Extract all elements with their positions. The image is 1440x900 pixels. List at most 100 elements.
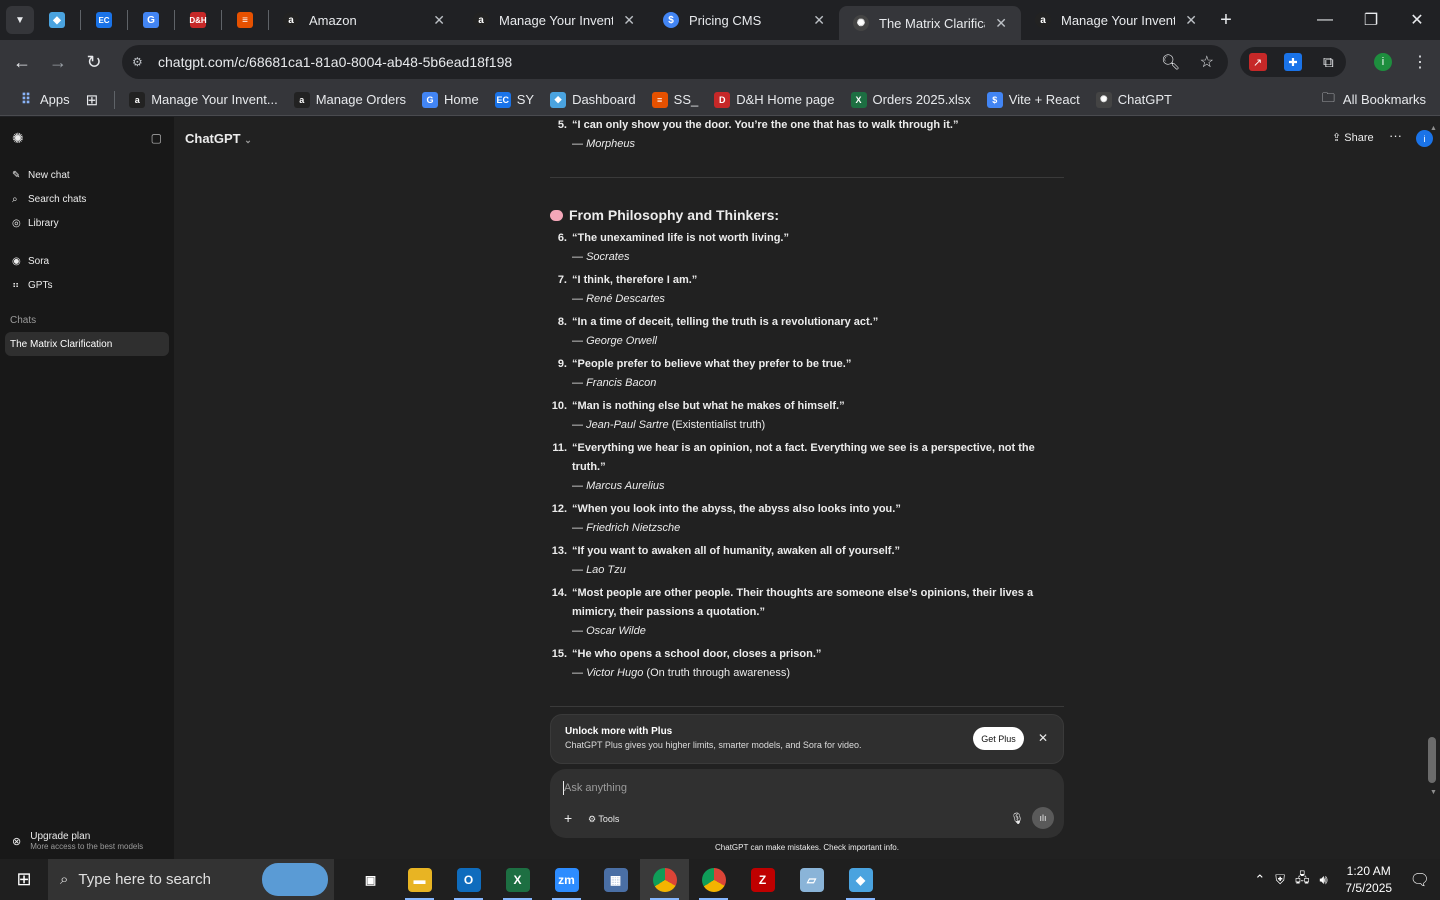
scrollbar-thumb[interactable] xyxy=(1428,737,1436,783)
taskbar-app[interactable]: X xyxy=(493,859,542,900)
quote-item: 11. “Everything we hear is an opinion, no… xyxy=(550,439,1064,496)
taskbar-search-box[interactable]: ⌕ Type here to search xyxy=(48,859,334,900)
taskbar-app[interactable] xyxy=(689,859,738,900)
bookmark-item[interactable]: ◆ Dashboard xyxy=(550,91,636,108)
attach-plus-icon[interactable]: + xyxy=(564,810,572,826)
browser-menu-icon[interactable]: ⋮ xyxy=(1412,52,1428,72)
taskbar-app[interactable]: O xyxy=(444,859,493,900)
sidebar-item-sora[interactable]: ◉ Sora xyxy=(0,249,174,273)
browser-tab[interactable]: a Manage Your Inventor ✕ xyxy=(459,0,649,40)
sidebar-item-library[interactable]: ◎ Library xyxy=(0,211,174,235)
taskbar-app[interactable]: ▱ xyxy=(787,859,836,900)
browser-tab[interactable]: a Amazon ✕ xyxy=(269,0,459,40)
profile-avatar[interactable]: i xyxy=(1374,53,1392,71)
filezilla-icon: Z xyxy=(750,867,775,892)
close-tab-icon[interactable]: ✕ xyxy=(623,12,635,29)
bookmark-star-icon[interactable]: ☆ xyxy=(1200,52,1214,72)
taskbar-app[interactable]: ▦ xyxy=(591,859,640,900)
tools-button[interactable]: ⚙ Tools xyxy=(588,814,619,825)
reload-icon[interactable]: ↻ xyxy=(76,44,112,80)
bookmark-item[interactable]: ✺ ChatGPT xyxy=(1095,91,1172,108)
sidebar-chat-active[interactable]: The Matrix Clarification xyxy=(5,332,169,356)
bookmark-item[interactable]: G Home xyxy=(422,91,479,108)
chatgpt-logo-icon[interactable]: ✺ xyxy=(12,130,24,147)
taskbar-clock[interactable]: 1:20 AM 7/5/2025 xyxy=(1338,863,1400,897)
close-icon[interactable]: ✕ xyxy=(1038,731,1048,745)
sidebar-item-search-chats[interactable]: ⌕ Search chats xyxy=(0,187,174,211)
taskbar-app[interactable]: ▬ xyxy=(395,859,444,900)
prompt-input[interactable]: Ask anything xyxy=(564,782,627,794)
close-tab-icon[interactable]: ✕ xyxy=(813,12,825,29)
sidebar-item-new-chat[interactable]: ✎ New chat xyxy=(0,163,174,187)
chevron-up-icon[interactable]: ⌃ xyxy=(1254,872,1265,888)
sidebar-toggle-icon[interactable]: ▢ xyxy=(151,131,162,145)
pdf-extension-icon[interactable]: ↗ xyxy=(1248,53,1267,71)
bookmark-item[interactable]: ≡ SS_ xyxy=(651,91,698,108)
close-window-icon[interactable]: ✕ xyxy=(1394,0,1440,40)
bookmark-item[interactable]: D D&H Home page xyxy=(714,91,835,108)
all-bookmarks-button[interactable]: 🗀 All Bookmarks xyxy=(1322,89,1426,111)
share-button[interactable]: ⇪ Share xyxy=(1332,131,1374,144)
quote-item: 9. “People prefer to believe what they pr… xyxy=(550,355,1064,393)
browser-toolbar: ← → ↻ ⚙ chatgpt.com/c/68681ca1-81a0-8004… xyxy=(0,40,1440,84)
close-tab-icon[interactable]: ✕ xyxy=(1185,12,1197,29)
pinned-tab[interactable]: ◆ xyxy=(34,0,80,40)
volume-icon[interactable]: 🔊︎ xyxy=(1319,872,1327,888)
security-icon[interactable]: ⛨ xyxy=(1275,872,1285,888)
bookmark-item[interactable]: $ Vite + React xyxy=(986,91,1080,108)
windows-start-icon[interactable]: ⊞ xyxy=(0,859,48,900)
forward-arrow-icon[interactable]: → xyxy=(40,44,76,80)
user-avatar[interactable]: i xyxy=(1416,130,1433,147)
pinned-tab[interactable]: D&H xyxy=(175,0,221,40)
tab-groups-icon[interactable]: ⊞ xyxy=(86,91,99,109)
taskbar-app[interactable]: Z xyxy=(738,859,787,900)
voice-mode-icon[interactable]: ılı xyxy=(1032,807,1054,829)
quote-item: 13. “If you want to awaken all of humanit… xyxy=(550,542,1064,580)
back-arrow-icon[interactable]: ← xyxy=(4,44,40,80)
sidebar-item-label: New chat xyxy=(28,169,70,181)
clock-time: 1:20 AM xyxy=(1346,863,1391,878)
taskbar-app[interactable]: ◆ xyxy=(836,859,885,900)
browser-tab[interactable]: a Manage Your Inventor ✕ xyxy=(1021,0,1211,40)
browser-tab[interactable]: $ Pricing CMS ✕ xyxy=(649,0,839,40)
close-tab-icon[interactable]: ✕ xyxy=(433,12,445,29)
taskbar-app[interactable] xyxy=(640,859,689,900)
scroll-up-arrow-icon[interactable]: ▲ xyxy=(1430,125,1437,132)
extensions-puzzle-icon[interactable]: ⧉ xyxy=(1319,53,1337,71)
bookmark-item[interactable]: ⠿ Apps xyxy=(18,91,70,108)
sidebar-item-gpts[interactable]: ⠶ GPTs xyxy=(0,273,174,297)
taskbar-app[interactable]: ▣ xyxy=(346,859,395,900)
quote-text: 10. “Man is nothing else but what he make… xyxy=(550,397,1064,416)
more-options-icon[interactable]: ··· xyxy=(1389,128,1402,143)
quote-attribution: — Oscar Wilde xyxy=(572,625,646,637)
scroll-down-arrow-icon[interactable]: ▼ xyxy=(1430,789,1437,796)
tab-search-button[interactable]: ▼ xyxy=(6,6,34,34)
bookmark-item[interactable]: a Manage Orders xyxy=(293,91,406,108)
pinned-tab[interactable]: EC xyxy=(81,0,127,40)
upgrade-plan-button[interactable]: ⊗ Upgrade plan More access to the best m… xyxy=(12,831,143,851)
pinned-tab[interactable]: ≡ xyxy=(222,0,268,40)
address-bar[interactable]: ⚙ chatgpt.com/c/68681ca1-81a0-8004-ab48-… xyxy=(122,45,1228,79)
bookmark-item[interactable]: EC SY xyxy=(494,91,534,108)
new-tab-button[interactable]: + xyxy=(1211,9,1241,32)
bookmark-item[interactable]: a Manage Your Invent... xyxy=(129,91,278,108)
taskbar-app[interactable]: zm xyxy=(542,859,591,900)
pinned-tab[interactable]: G xyxy=(128,0,174,40)
browser-tab[interactable]: ✺ The Matrix Clarificatio ✕ xyxy=(839,6,1021,40)
restore-icon[interactable]: ❐ xyxy=(1348,0,1394,40)
microphone-icon[interactable]: 🎙︎ xyxy=(1010,812,1024,825)
puzzle-app-extension-icon[interactable]: ✚ xyxy=(1283,53,1302,71)
model-selector[interactable]: ChatGPT ⌄ xyxy=(185,131,252,146)
url-text[interactable]: chatgpt.com/c/68681ca1-81a0-8004-ab48-5b… xyxy=(158,54,512,70)
bookmark-item[interactable]: X Orders 2025.xlsx xyxy=(850,91,971,108)
zoom-icon: zm xyxy=(554,867,579,892)
minimize-icon[interactable]: — xyxy=(1302,0,1348,40)
quote-author: Francis Bacon xyxy=(586,377,657,389)
get-plus-button[interactable]: Get Plus xyxy=(973,727,1024,750)
zoom-icon[interactable]: 🔍︎ xyxy=(1161,53,1180,71)
site-info-icon[interactable]: ⚙ xyxy=(132,55,158,69)
notifications-icon[interactable]: 🗨︎ xyxy=(1410,870,1430,890)
close-tab-icon[interactable]: ✕ xyxy=(995,15,1007,32)
doc-icon: G xyxy=(143,12,159,28)
network-icon[interactable]: 🖧︎ xyxy=(1295,869,1310,891)
